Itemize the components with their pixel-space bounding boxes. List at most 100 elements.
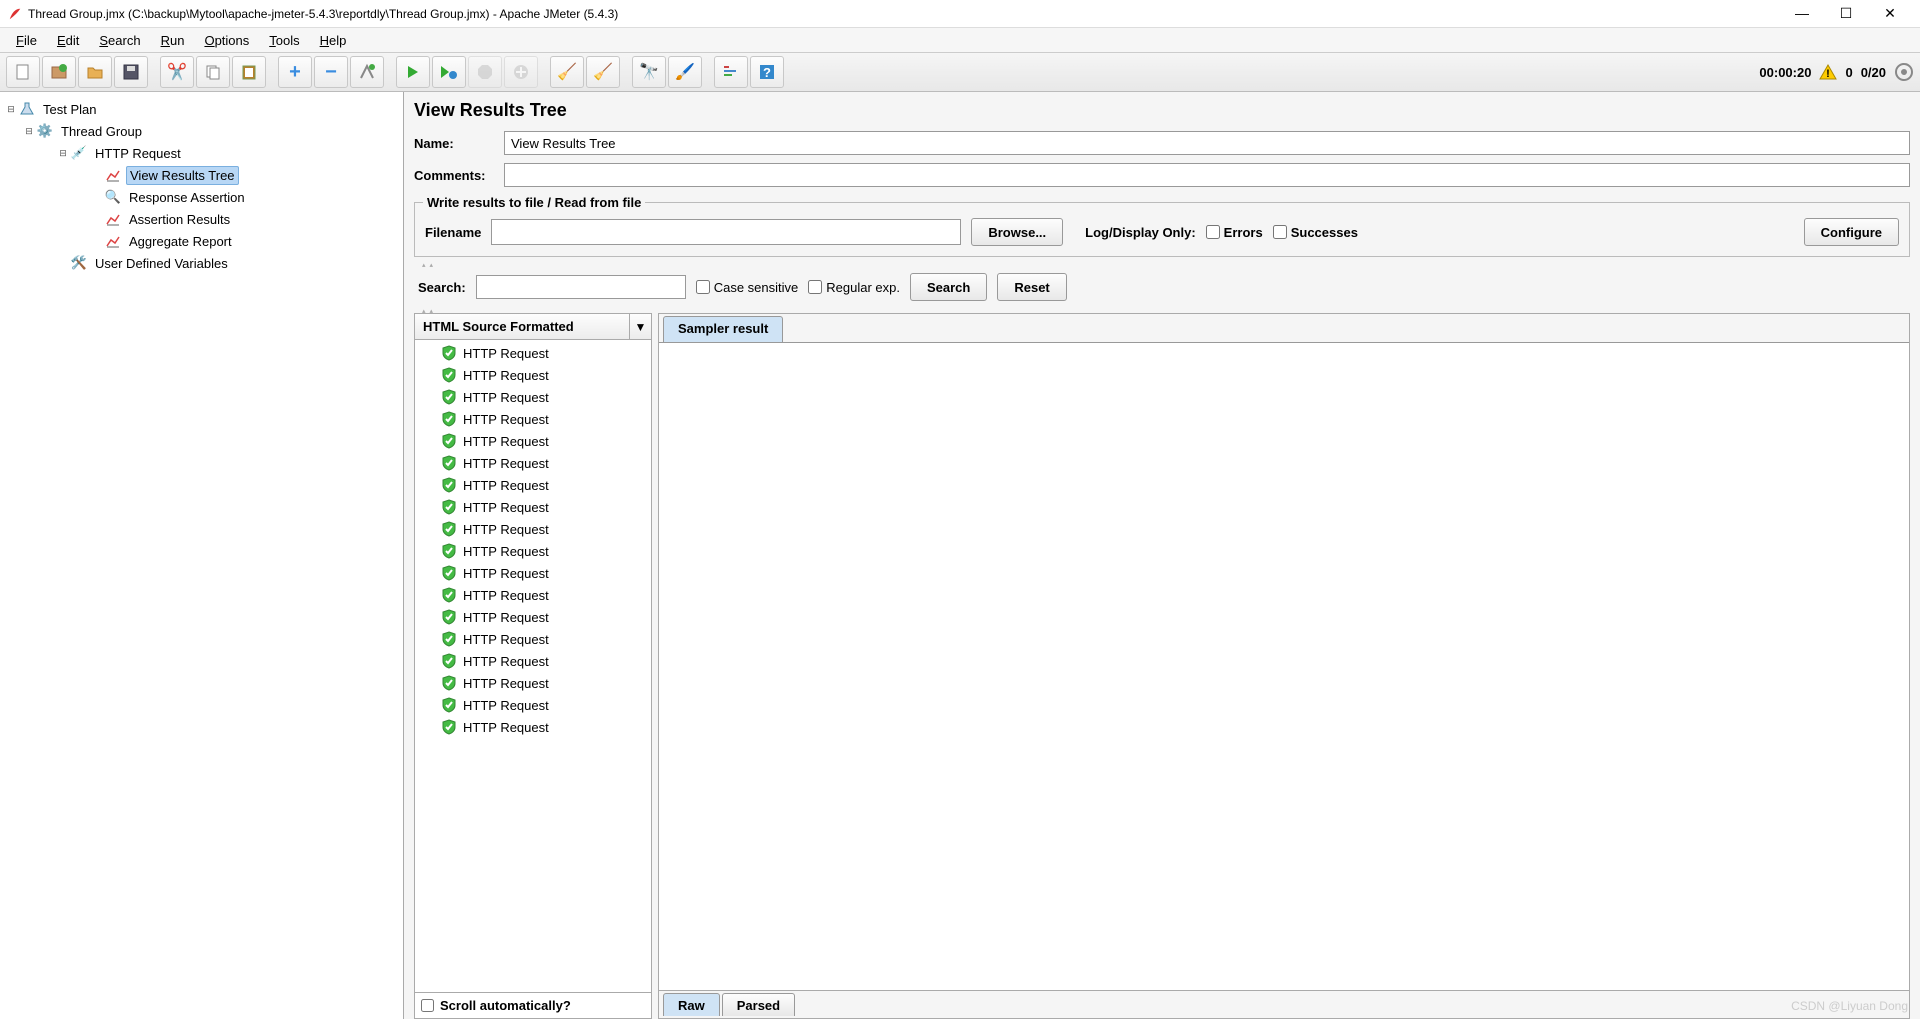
gear-icon: ⚙️: [36, 123, 54, 139]
page-title: View Results Tree: [414, 100, 1910, 121]
toggle-button[interactable]: [350, 56, 384, 88]
window-controls: — ☐ ✕: [1792, 5, 1912, 22]
result-item[interactable]: HTTP Request: [415, 650, 651, 672]
comments-input[interactable]: [504, 163, 1910, 187]
results-list[interactable]: HTTP RequestHTTP RequestHTTP RequestHTTP…: [415, 340, 651, 992]
wrench-icon: 🛠️: [70, 255, 88, 271]
tab-sampler-result[interactable]: Sampler result: [663, 316, 783, 342]
toolbar: ✂️ + − 🧹 🧹 🔭 🖌️ ? 00:00:20 ! 0 0/20: [0, 52, 1920, 92]
tree-node-thread-group[interactable]: ⊟ ⚙️ Thread Group: [4, 120, 399, 142]
menu-run[interactable]: Run: [153, 31, 193, 50]
templates-button[interactable]: [42, 56, 76, 88]
paste-button[interactable]: [232, 56, 266, 88]
tree-toggle-icon[interactable]: ⊟: [4, 104, 18, 115]
menu-search[interactable]: Search: [91, 31, 148, 50]
menu-tools[interactable]: Tools: [261, 31, 307, 50]
success-shield-icon: [441, 697, 457, 713]
result-item[interactable]: HTTP Request: [415, 518, 651, 540]
new-button[interactable]: [6, 56, 40, 88]
scroll-auto-wrap[interactable]: Scroll automatically?: [415, 992, 651, 1018]
comments-label: Comments:: [414, 168, 494, 183]
renderer-combo[interactable]: HTML Source Formatted ▼: [415, 314, 651, 340]
result-item[interactable]: HTTP Request: [415, 562, 651, 584]
reset-button[interactable]: Reset: [997, 273, 1066, 301]
regular-exp-wrap[interactable]: Regular exp.: [808, 280, 900, 295]
cut-button[interactable]: ✂️: [160, 56, 194, 88]
result-item[interactable]: HTTP Request: [415, 430, 651, 452]
close-icon[interactable]: ✕: [1880, 5, 1900, 22]
shutdown-button[interactable]: [504, 56, 538, 88]
svg-text:?: ?: [763, 65, 771, 80]
threads-icon[interactable]: [1894, 62, 1914, 82]
result-item[interactable]: HTTP Request: [415, 628, 651, 650]
search-button[interactable]: Search: [910, 273, 987, 301]
result-item[interactable]: HTTP Request: [415, 452, 651, 474]
case-sensitive-checkbox[interactable]: [696, 280, 710, 294]
expand-button[interactable]: +: [278, 56, 312, 88]
tree-node-user-defined-variables[interactable]: 🛠️ User Defined Variables: [4, 252, 399, 274]
warning-icon[interactable]: !: [1819, 63, 1837, 81]
help-button[interactable]: ?: [750, 56, 784, 88]
filename-input[interactable]: [491, 219, 961, 245]
regular-exp-checkbox[interactable]: [808, 280, 822, 294]
browse-button[interactable]: Browse...: [971, 218, 1063, 246]
collapse-button[interactable]: −: [314, 56, 348, 88]
result-item[interactable]: HTTP Request: [415, 386, 651, 408]
result-item[interactable]: HTTP Request: [415, 584, 651, 606]
tree-node-view-results-tree[interactable]: View Results Tree: [4, 164, 399, 186]
save-button[interactable]: [114, 56, 148, 88]
function-helper-button[interactable]: [714, 56, 748, 88]
tree-node-http-request[interactable]: ⊟ 💉 HTTP Request: [4, 142, 399, 164]
name-input[interactable]: [504, 131, 1910, 155]
result-item[interactable]: HTTP Request: [415, 606, 651, 628]
tree-node-response-assertion[interactable]: 🔍 Response Assertion: [4, 186, 399, 208]
open-button[interactable]: [78, 56, 112, 88]
configure-button[interactable]: Configure: [1804, 218, 1899, 246]
search-tool-button[interactable]: 🔭: [632, 56, 666, 88]
case-sensitive-wrap[interactable]: Case sensitive: [696, 280, 799, 295]
result-item[interactable]: HTTP Request: [415, 364, 651, 386]
tree-toggle-icon[interactable]: ⊟: [56, 148, 70, 159]
success-shield-icon: [441, 455, 457, 471]
successes-checkbox[interactable]: [1273, 225, 1287, 239]
errors-checkbox[interactable]: [1206, 225, 1220, 239]
menu-help[interactable]: Help: [312, 31, 355, 50]
window-title: Thread Group.jmx (C:\backup\Mytool\apach…: [28, 7, 1792, 21]
scroll-auto-checkbox[interactable]: [421, 999, 434, 1012]
copy-button[interactable]: [196, 56, 230, 88]
tree-node-aggregate-report[interactable]: Aggregate Report: [4, 230, 399, 252]
result-item[interactable]: HTTP Request: [415, 694, 651, 716]
result-item[interactable]: HTTP Request: [415, 496, 651, 518]
reset-search-button[interactable]: 🖌️: [668, 56, 702, 88]
success-shield-icon: [441, 675, 457, 691]
clear-button[interactable]: 🧹: [550, 56, 584, 88]
menu-edit[interactable]: Edit: [49, 31, 87, 50]
menubar: File Edit Search Run Options Tools Help: [0, 28, 1920, 52]
menu-options[interactable]: Options: [196, 31, 257, 50]
menu-file[interactable]: File: [8, 31, 45, 50]
result-item[interactable]: HTTP Request: [415, 540, 651, 562]
tab-raw[interactable]: Raw: [663, 993, 720, 1016]
result-item[interactable]: HTTP Request: [415, 672, 651, 694]
result-item[interactable]: HTTP Request: [415, 408, 651, 430]
successes-checkbox-wrap[interactable]: Successes: [1273, 225, 1358, 240]
start-button[interactable]: [396, 56, 430, 88]
clear-all-button[interactable]: 🧹: [586, 56, 620, 88]
maximize-icon[interactable]: ☐: [1836, 5, 1856, 22]
errors-checkbox-wrap[interactable]: Errors: [1206, 225, 1263, 240]
result-item[interactable]: HTTP Request: [415, 716, 651, 738]
tab-parsed[interactable]: Parsed: [722, 993, 795, 1016]
success-shield-icon: [441, 411, 457, 427]
chevron-down-icon[interactable]: ▼: [629, 314, 651, 339]
start-no-pause-button[interactable]: [432, 56, 466, 88]
tree-node-test-plan[interactable]: ⊟ Test Plan: [4, 98, 399, 120]
result-item[interactable]: HTTP Request: [415, 342, 651, 364]
search-input[interactable]: [476, 275, 686, 299]
test-plan-tree[interactable]: ⊟ Test Plan ⊟ ⚙️ Thread Group ⊟ 💉 HTTP R…: [0, 92, 404, 1019]
minimize-icon[interactable]: —: [1792, 5, 1812, 22]
success-shield-icon: [441, 719, 457, 735]
tree-toggle-icon[interactable]: ⊟: [22, 126, 36, 137]
tree-node-assertion-results[interactable]: Assertion Results: [4, 208, 399, 230]
result-item[interactable]: HTTP Request: [415, 474, 651, 496]
stop-button[interactable]: [468, 56, 502, 88]
